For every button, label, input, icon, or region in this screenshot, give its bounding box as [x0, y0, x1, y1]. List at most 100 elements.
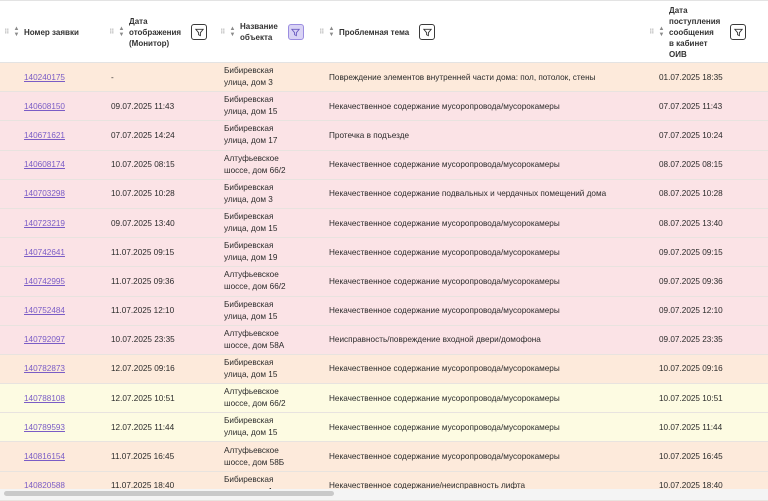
sort-icon[interactable]: ▲ ▼	[327, 26, 336, 38]
cell-object: Бибиревская улица, дом 17	[216, 120, 315, 151]
column-label-received[interactable]: Дата поступления сообщения в кабинет ОИВ	[669, 5, 720, 60]
cell-display-date: -	[105, 62, 216, 93]
table-row[interactable]: 140608174 10.07.2025 08:15 Алтуфьевское шос…	[0, 150, 768, 180]
top-divider	[0, 0, 768, 1]
column-label-number[interactable]: Номер заявки	[24, 27, 79, 38]
cell-display-date: 09.07.2025 13:40	[105, 208, 216, 239]
table-row[interactable]: 140789593 12.07.2025 11:44 Бибиревская улиц…	[0, 412, 768, 443]
column-label-display-date[interactable]: Дата отображения (Монитор)	[129, 16, 181, 49]
horizontal-scrollbar[interactable]	[0, 489, 768, 500]
request-number-link[interactable]: 140742995	[24, 277, 65, 286]
cell-received: 09.07.2025 23:35	[645, 325, 768, 355]
request-number-link[interactable]: 140671621	[24, 131, 65, 140]
cell-received: 10.07.2025 09:16	[645, 354, 768, 385]
request-number-link[interactable]: 140816154	[24, 452, 65, 461]
cell-display-date: 12.07.2025 11:44	[105, 412, 216, 443]
table-row[interactable]: 140742995 11.07.2025 09:36 Алтуфьевское шос…	[0, 266, 768, 297]
filter-icon	[291, 28, 301, 36]
table-row[interactable]: 140792097 10.07.2025 23:35 Алтуфьевское шос…	[0, 325, 768, 355]
request-number-link[interactable]: 140608150	[24, 102, 65, 111]
column-label-topic[interactable]: Проблемная тема	[339, 27, 409, 38]
request-number-link[interactable]: 140782873	[24, 364, 65, 373]
cell-object: Алтуфьевское шоссе, дом 58А	[216, 325, 315, 355]
cell-topic: Некачественное содержание мусоропровода/…	[315, 412, 645, 443]
request-number-link[interactable]: 140789593	[24, 423, 65, 432]
cell-display-date: 12.07.2025 10:51	[105, 383, 216, 414]
cell-topic: Некачественное содержание мусоропровода/…	[315, 383, 645, 414]
column-label-object[interactable]: Название объекта	[240, 21, 278, 43]
request-number-link[interactable]: 140240175	[24, 73, 65, 82]
column-header-number: ⠿ ▲ ▼ Номер заявки	[0, 2, 105, 63]
cell-object: Бибиревская улица, дом 15	[216, 412, 315, 443]
cell-object: Бибиревская улица, дом 15	[216, 296, 315, 326]
table-row[interactable]: 140608150 09.07.2025 11:43 Бибиревская улиц…	[0, 91, 768, 122]
filter-icon	[733, 28, 743, 36]
cell-number: 140723219	[0, 208, 105, 239]
cell-display-date: 11.07.2025 12:10	[105, 296, 216, 326]
cell-received: 10.07.2025 10:51	[645, 383, 768, 414]
cell-received: 01.07.2025 18:35	[645, 62, 768, 93]
table-row[interactable]: 140752484 11.07.2025 12:10 Бибиревская улиц…	[0, 296, 768, 326]
filter-button-topic[interactable]	[419, 24, 436, 40]
drag-handle-icon[interactable]: ⠿	[4, 28, 12, 36]
column-header-received: ⠿ ▲ ▼ Дата поступления сообщения в кабине…	[645, 2, 768, 63]
cell-topic: Некачественное содержание мусоропровода/…	[315, 208, 645, 239]
cell-number: 140782873	[0, 354, 105, 385]
cell-object: Алтуфьевское шоссе, дом 66/2	[216, 150, 315, 180]
table-row[interactable]: 140703298 10.07.2025 10:28 Бибиревская улиц…	[0, 179, 768, 209]
cell-display-date: 12.07.2025 09:16	[105, 354, 216, 385]
table-row[interactable]: 140742641 11.07.2025 09:15 Бибиревская улиц…	[0, 237, 768, 268]
cell-topic: Некачественное содержание подвальных и ч…	[315, 179, 645, 209]
drag-handle-icon[interactable]: ⠿	[220, 28, 228, 36]
table-row[interactable]: 140816154 11.07.2025 16:45 Алтуфьевское шос…	[0, 441, 768, 472]
cell-display-date: 09.07.2025 11:43	[105, 91, 216, 122]
cell-display-date: 11.07.2025 09:36	[105, 266, 216, 297]
table-row[interactable]: 140671621 07.07.2025 14:24 Бибиревская улиц…	[0, 120, 768, 151]
cell-topic: Повреждение элементов внутренней части д…	[315, 62, 645, 93]
cell-display-date: 11.07.2025 16:45	[105, 441, 216, 472]
filter-button-received[interactable]	[730, 24, 747, 40]
drag-handle-icon[interactable]: ⠿	[109, 28, 117, 36]
cell-received: 10.07.2025 16:45	[645, 441, 768, 472]
sort-icon[interactable]: ▲ ▼	[117, 26, 126, 38]
request-number-link[interactable]: 140788108	[24, 394, 65, 403]
drag-handle-icon[interactable]: ⠿	[649, 28, 657, 36]
request-number-link[interactable]: 140752484	[24, 306, 65, 315]
sort-icon[interactable]: ▲ ▼	[12, 26, 21, 38]
table-row[interactable]: 140782873 12.07.2025 09:16 Бибиревская улиц…	[0, 354, 768, 385]
sort-icon[interactable]: ▲ ▼	[657, 26, 666, 38]
cell-topic: Протечка в подъезде	[315, 120, 645, 151]
sort-icon[interactable]: ▲ ▼	[228, 26, 237, 38]
cell-object: Алтуфьевское шоссе, дом 58Б	[216, 441, 315, 472]
filter-button-display-date[interactable]	[191, 24, 208, 40]
cell-number: 140789593	[0, 412, 105, 443]
cell-display-date: 07.07.2025 14:24	[105, 120, 216, 151]
cell-received: 08.07.2025 13:40	[645, 208, 768, 239]
cell-number: 140608150	[0, 91, 105, 122]
table-row[interactable]: 140723219 09.07.2025 13:40 Бибиревская улиц…	[0, 208, 768, 239]
cell-display-date: 10.07.2025 10:28	[105, 179, 216, 209]
cell-topic: Некачественное содержание мусоропровода/…	[315, 266, 645, 297]
cell-number: 140240175	[0, 62, 105, 93]
requests-table: ⠿ ▲ ▼ Номер заявки ⠿ ▲ ▼ Дата отображения …	[0, 2, 768, 501]
cell-received: 09.07.2025 09:15	[645, 237, 768, 268]
filter-button-object[interactable]	[287, 24, 304, 40]
request-number-link[interactable]: 140742641	[24, 248, 65, 257]
table-header-row: ⠿ ▲ ▼ Номер заявки ⠿ ▲ ▼ Дата отображения …	[0, 2, 768, 63]
request-number-link[interactable]: 140703298	[24, 189, 65, 198]
request-number-link[interactable]: 140723219	[24, 219, 65, 228]
cell-number: 140742641	[0, 237, 105, 268]
request-number-link[interactable]: 140792097	[24, 335, 65, 344]
table-row[interactable]: 140240175 - Бибиревская улица, дом 3 Поврежд…	[0, 62, 768, 93]
cell-received: 07.07.2025 10:24	[645, 120, 768, 151]
scrollbar-thumb[interactable]	[4, 491, 334, 496]
cell-received: 08.07.2025 08:15	[645, 150, 768, 180]
cell-received: 07.07.2025 11:43	[645, 91, 768, 122]
cell-number: 140792097	[0, 325, 105, 355]
drag-handle-icon[interactable]: ⠿	[319, 28, 327, 36]
request-number-link[interactable]: 140608174	[24, 160, 65, 169]
cell-received: 09.07.2025 09:36	[645, 266, 768, 297]
cell-object: Бибиревская улица, дом 3	[216, 62, 315, 93]
cell-number: 140671621	[0, 120, 105, 151]
table-row[interactable]: 140788108 12.07.2025 10:51 Алтуфьевское шос…	[0, 383, 768, 414]
